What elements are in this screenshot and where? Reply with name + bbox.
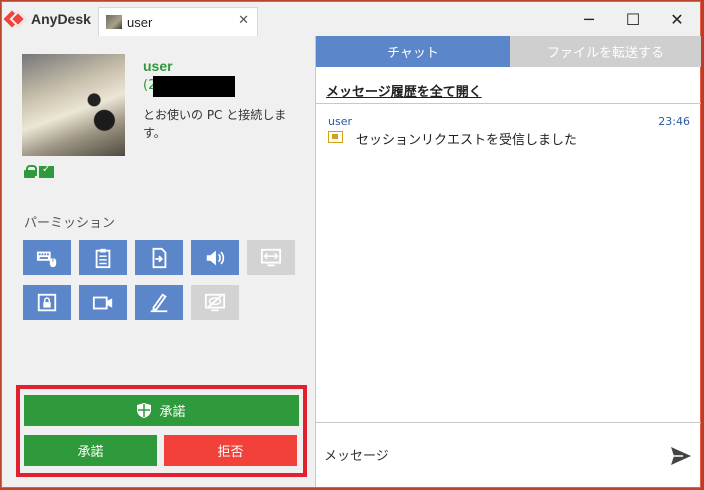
shield-icon: [137, 403, 152, 418]
message-sender: user: [328, 115, 352, 128]
remote-user-avatar: [22, 54, 125, 156]
permissions-title: パーミッション: [24, 216, 116, 231]
keyboard-mouse-icon: [36, 251, 57, 267]
encrypted-lock-icon: [24, 165, 37, 178]
message-timestamp: 23:46: [658, 115, 690, 128]
tab-file-transfer[interactable]: ファイルを転送する: [510, 36, 701, 67]
accept-label: 承諾: [77, 445, 104, 460]
permission-privacy-mode[interactable]: [191, 285, 239, 320]
draw-icon: [150, 292, 168, 312]
permission-clipboard[interactable]: [79, 240, 127, 275]
accept-with-permissions-button[interactable]: 承諾: [24, 395, 299, 426]
maximize-icon: ☐: [625, 9, 641, 29]
open-message-history-link[interactable]: メッセージ履歴を全て開く: [326, 81, 482, 100]
lock-screen-icon: [37, 293, 57, 311]
maximize-button[interactable]: ☐: [616, 2, 650, 36]
close-window-button[interactable]: ✕: [660, 2, 694, 36]
connection-description: とお使いの PC と接続します。: [143, 108, 287, 140]
reject-label: 拒否: [217, 445, 244, 460]
tab-label: user: [127, 14, 153, 30]
permission-file-transfer[interactable]: [135, 240, 183, 275]
close-icon: ✕: [670, 9, 684, 29]
privacy-mode-icon: [204, 293, 226, 311]
redacted-id: [153, 76, 235, 97]
session-tab[interactable]: user ✕: [98, 7, 258, 36]
permission-audio[interactable]: [191, 240, 239, 275]
accept-reject-highlight: 承諾 承諾 拒否: [16, 385, 307, 477]
verified-monitor-icon: [39, 164, 54, 178]
session-panel: user (2 とお使いの PC と接続します。 パーミッション: [2, 36, 315, 487]
permission-draw[interactable]: [135, 285, 183, 320]
permission-switch-sides[interactable]: [247, 240, 295, 275]
tab-close-icon[interactable]: ✕: [238, 13, 249, 28]
message-input[interactable]: [324, 436, 654, 476]
tab-thumbnail-icon: [106, 15, 122, 29]
permission-record[interactable]: [79, 285, 127, 320]
file-transfer-icon: [152, 247, 167, 268]
anydesk-logo-icon: [3, 10, 27, 28]
chat-panel: チャット ファイルを転送する メッセージ履歴を全て開く user 23:46 セ…: [315, 36, 701, 487]
clipboard-icon: [95, 248, 111, 268]
brand: AnyDesk: [3, 8, 91, 30]
speaker-icon: [206, 250, 225, 265]
tab-file-transfer-label: ファイルを転送する: [546, 46, 664, 61]
message-text: セッションリクエストを受信しました: [356, 133, 578, 148]
session-request-icon: [328, 131, 343, 143]
minimize-button[interactable]: ─: [572, 2, 606, 36]
accept-with-permissions-label: 承諾: [159, 405, 186, 420]
permission-lock-screen[interactable]: [23, 285, 71, 320]
divider: [316, 422, 701, 423]
tab-chat[interactable]: チャット: [316, 36, 510, 67]
anydesk-window: AnyDesk user ✕ ─ ☐ ✕ user (2 とお使いの PC と接…: [1, 1, 701, 488]
remote-user-name: user: [143, 58, 173, 74]
tab-chat-label: チャット: [387, 46, 439, 61]
divider: [316, 103, 701, 104]
app-name: AnyDesk: [31, 11, 91, 27]
minimize-icon: ─: [584, 9, 594, 29]
switch-sides-icon: [260, 248, 282, 266]
title-bar: AnyDesk user ✕ ─ ☐ ✕: [2, 2, 700, 36]
permissions-grid: [23, 240, 295, 320]
accept-button[interactable]: 承諾: [24, 435, 157, 466]
record-icon: [92, 296, 113, 309]
permission-keyboard-mouse[interactable]: [23, 240, 71, 275]
reject-button[interactable]: 拒否: [164, 435, 297, 466]
send-icon[interactable]: [670, 446, 692, 466]
connection-status: [24, 164, 54, 178]
